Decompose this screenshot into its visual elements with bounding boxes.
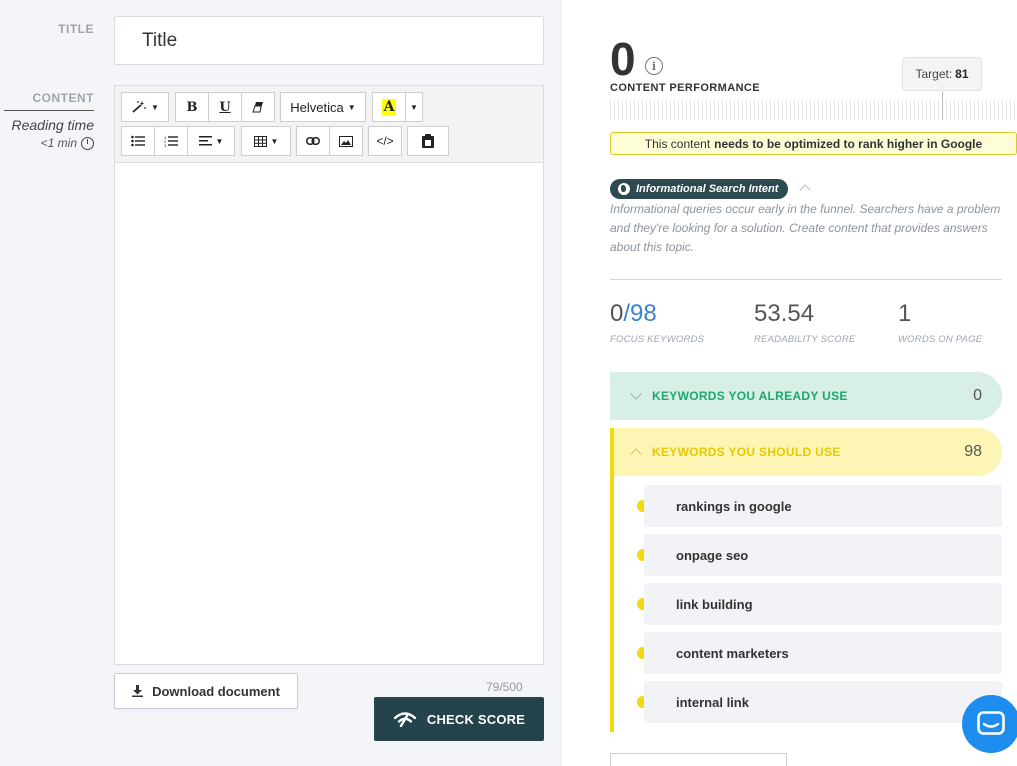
code-view-button[interactable]: </> [368, 126, 402, 156]
image-button[interactable] [329, 126, 363, 156]
font-select-value: Helvetica [290, 99, 344, 115]
eraser-icon [252, 102, 263, 113]
chevron-down-icon: ▼ [270, 136, 279, 146]
divider [610, 279, 1002, 280]
bottom-dropdown[interactable] [610, 753, 787, 766]
search-intent-badge[interactable]: Informational Search Intent [610, 179, 789, 199]
readability-stat: 53.54 READABILITY SCORE [754, 300, 856, 346]
svg-text:3: 3 [164, 143, 167, 147]
align-left-icon [198, 136, 212, 146]
content-score: 0 [610, 33, 636, 85]
bullet-list-icon [131, 135, 145, 147]
reading-time-label: Reading time [11, 117, 95, 133]
numbered-list-icon: 123 [164, 135, 178, 147]
notice-prefix: This content [644, 136, 711, 151]
text-color-button[interactable]: A [372, 92, 406, 122]
chevron-down-icon: ▼ [347, 102, 356, 112]
clipboard-button[interactable] [407, 126, 449, 156]
title-input[interactable] [114, 16, 544, 65]
info-icon[interactable]: i [645, 57, 663, 75]
download-icon [132, 685, 144, 697]
editor-toolbar: ▼ B U Helvetica ▼ A ▼ 123 ▼ ▼ </> [115, 86, 543, 163]
bullet-list-button[interactable] [121, 126, 155, 156]
character-counter: 79/500 [486, 680, 523, 694]
chat-launcher-button[interactable] [962, 695, 1017, 753]
editor-body[interactable] [115, 163, 543, 663]
focus-keywords-caption: FOCUS KEYWORDS [610, 334, 705, 345]
focus-keywords-total: /98 [623, 300, 657, 327]
check-score-label: CHECK SCORE [426, 711, 526, 727]
keyword-item[interactable]: content marketers [644, 632, 1002, 674]
chevron-down-icon [630, 388, 642, 400]
keyword-item[interactable]: onpage seo [644, 534, 1002, 576]
notice-message: needs to be optimized to rank higher in … [714, 136, 983, 151]
chevron-down-icon: ▼ [215, 136, 224, 146]
content-label-underline [4, 110, 94, 111]
eraser-button[interactable] [241, 92, 275, 122]
globe-icon [618, 183, 630, 195]
focus-keywords-stat: 0/98 FOCUS KEYWORDS [610, 300, 705, 346]
font-select[interactable]: Helvetica ▼ [280, 92, 366, 122]
keyword-list-accent [610, 476, 614, 732]
clipboard-icon [422, 134, 434, 148]
chevron-down-icon: ▼ [410, 102, 418, 112]
reading-time-value: <1 min [40, 136, 77, 150]
words-value: 1 [898, 300, 912, 327]
words-caption: WORDS ON PAGE [898, 334, 983, 345]
table-icon [253, 135, 267, 147]
download-document-button[interactable]: Download document [114, 673, 298, 709]
keywords-should-use-count: 98 [964, 443, 982, 460]
reading-time: Reading time <1 min [11, 117, 95, 150]
target-label: Target: [915, 67, 953, 81]
clock-icon [81, 136, 94, 150]
keywords-already-use-label: KEYWORDS YOU ALREADY USE [652, 389, 848, 403]
keyword-item[interactable]: link building [644, 583, 1002, 625]
performance-scale [610, 100, 1017, 120]
keywords-should-use-label: KEYWORDS YOU SHOULD USE [652, 445, 841, 459]
readability-caption: READABILITY SCORE [754, 334, 856, 345]
keywords-should-use-header[interactable]: KEYWORDS YOU SHOULD USE 98 [610, 428, 1002, 476]
link-button[interactable] [296, 126, 330, 156]
chevron-up-icon [630, 448, 642, 460]
keyword-item[interactable]: rankings in google [644, 485, 1002, 527]
wifi-signal-icon [393, 712, 417, 727]
title-label: TITLE [58, 22, 94, 36]
align-button[interactable]: ▼ [187, 126, 235, 156]
content-performance-label: CONTENT PERFORMANCE [610, 82, 760, 94]
text-color-icon: A [381, 99, 397, 115]
underline-button[interactable]: U [208, 92, 242, 122]
optimization-notice: This content needs to be optimized to ra… [610, 132, 1017, 155]
bold-button[interactable]: B [175, 92, 209, 122]
chat-icon [977, 711, 1005, 735]
content-editor: ▼ B U Helvetica ▼ A ▼ 123 ▼ ▼ </> [114, 85, 544, 665]
download-document-label: Download document [152, 683, 280, 699]
keywords-already-use-header[interactable]: KEYWORDS YOU ALREADY USE 0 [610, 372, 1002, 420]
target-value: 81 [955, 67, 969, 81]
check-score-button[interactable]: CHECK SCORE [374, 697, 544, 741]
target-tooltip: Target: 81 [902, 57, 982, 91]
magic-wand-icon [132, 101, 146, 113]
text-color-dropdown[interactable]: ▼ [405, 92, 423, 122]
search-intent-description: Informational queries occur early in the… [610, 202, 1001, 254]
magic-wand-button[interactable]: ▼ [121, 92, 169, 122]
keyword-item[interactable]: internal link [644, 681, 1002, 723]
link-icon [306, 137, 320, 145]
numbered-list-button[interactable]: 123 [154, 126, 188, 156]
chevron-down-icon: ▼ [151, 102, 159, 112]
focus-keywords-used: 0 [610, 300, 624, 327]
keywords-already-use-count: 0 [973, 387, 982, 404]
words-stat: 1 WORDS ON PAGE [898, 300, 983, 346]
table-button[interactable]: ▼ [241, 126, 291, 156]
target-marker [942, 92, 943, 120]
content-label: CONTENT [32, 91, 94, 105]
search-intent-label: Informational Search Intent [636, 183, 779, 195]
readability-value: 53.54 [754, 300, 815, 327]
image-icon [339, 135, 353, 147]
